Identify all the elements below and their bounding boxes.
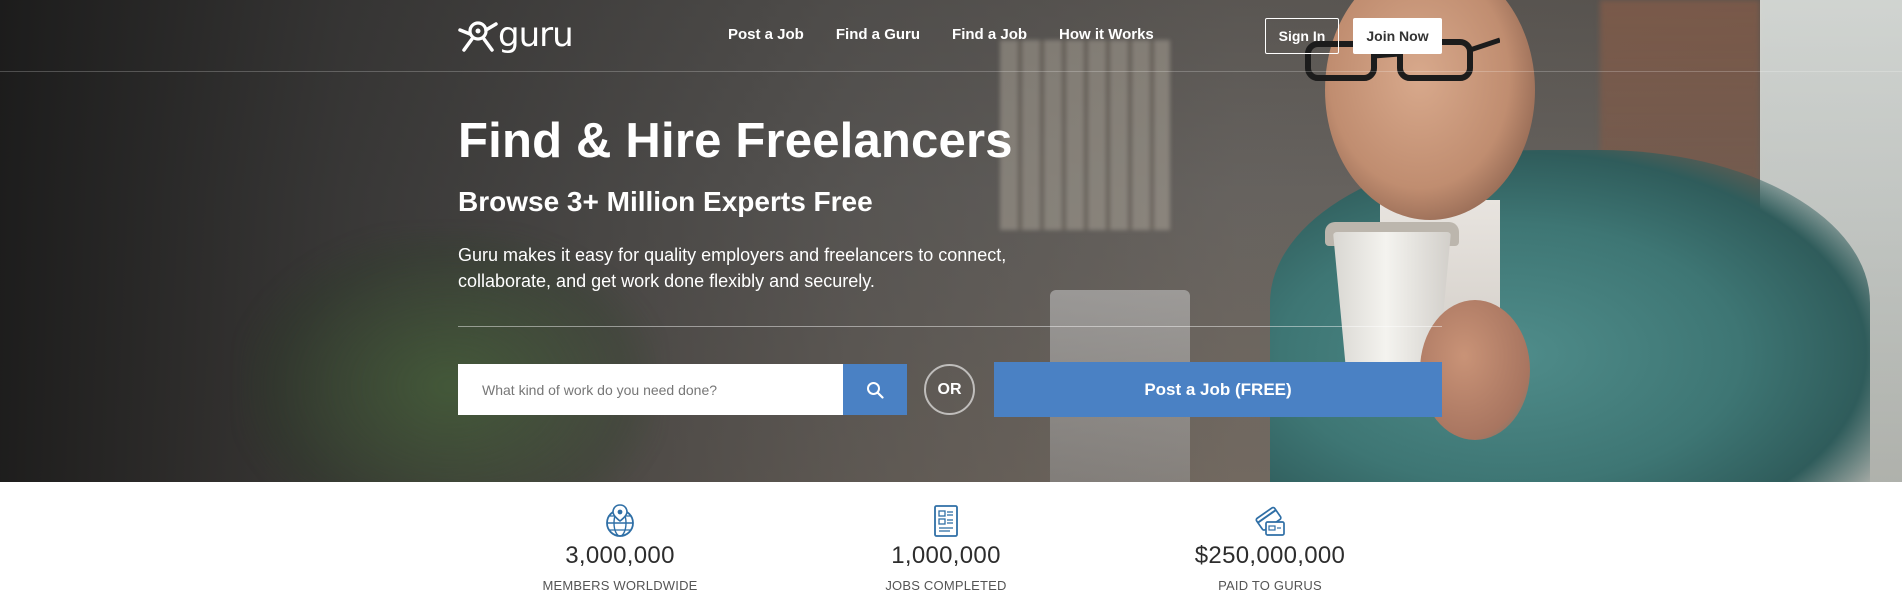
or-divider: OR xyxy=(924,364,975,415)
join-now-button[interactable]: Join Now xyxy=(1353,18,1442,54)
stat-jobs-value: 1,000,000 xyxy=(891,542,1001,569)
guru-logo-icon xyxy=(458,21,498,52)
stat-paid-value: $250,000,000 xyxy=(1194,542,1346,569)
guru-logo[interactable]: guru xyxy=(458,18,590,52)
top-navigation: guru Post a Job Find a Guru Find a Job H… xyxy=(0,0,1902,72)
hero-headline: Find & Hire Freelancers xyxy=(458,114,1013,168)
hero-banner: guru Post a Job Find a Guru Find a Job H… xyxy=(0,0,1902,482)
globe-pin-icon xyxy=(606,504,634,537)
stat-paid-label: PAID TO GURUS xyxy=(1218,578,1322,593)
hero-divider xyxy=(458,326,1442,327)
stat-jobs-label: JOBS COMPLETED xyxy=(885,578,1007,593)
sign-in-button[interactable]: Sign In xyxy=(1265,18,1339,54)
stat-members-value: 3,000,000 xyxy=(565,542,675,569)
nav-post-a-job[interactable]: Post a Job xyxy=(728,26,804,43)
nav-how-it-works[interactable]: How it Works xyxy=(1059,26,1154,43)
stats-bar: 3,000,000 MEMBERS WORLDWIDE 1,000,000 JO… xyxy=(0,482,1902,613)
document-icon xyxy=(934,505,958,537)
payment-card-icon xyxy=(1255,506,1285,536)
nav-links: Post a Job Find a Guru Find a Job How it… xyxy=(728,26,1154,43)
nav-find-a-job[interactable]: Find a Job xyxy=(952,26,1027,43)
stat-members-label: MEMBERS WORLDWIDE xyxy=(542,578,698,593)
nav-find-a-guru[interactable]: Find a Guru xyxy=(836,26,920,43)
stat-paid: $250,000,000 PAID TO GURUS xyxy=(1150,482,1390,593)
stat-members: 3,000,000 MEMBERS WORLDWIDE xyxy=(500,482,740,593)
work-search-input[interactable] xyxy=(458,364,843,415)
logo-text: guru xyxy=(498,15,574,55)
hero-description: Guru makes it easy for quality employers… xyxy=(458,245,1007,291)
search-button[interactable] xyxy=(843,364,907,415)
post-a-job-free-button[interactable]: Post a Job (FREE) xyxy=(994,362,1442,417)
stat-jobs: 1,000,000 JOBS COMPLETED xyxy=(826,482,1066,593)
search-icon xyxy=(867,381,884,399)
hero-subheadline: Browse 3+ Million Experts Free xyxy=(458,186,873,217)
